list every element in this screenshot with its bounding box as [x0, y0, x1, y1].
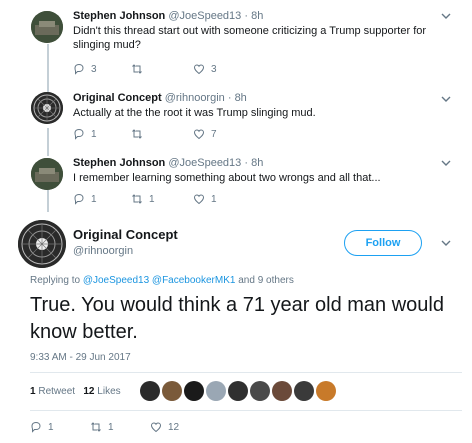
reply-button[interactable]: 3	[73, 63, 97, 75]
thread-tweet[interactable]: Stephen Johnson @JoeSpeed13 · 8h I remem…	[0, 147, 472, 212]
tweet-time[interactable]: · 8h	[228, 92, 247, 104]
reply-count: 3	[91, 63, 97, 75]
avatar[interactable]	[18, 220, 66, 268]
like-button[interactable]: 12	[150, 421, 179, 433]
thread-tweet[interactable]: Stephen Johnson @JoeSpeed13 · 8h Didn't …	[0, 0, 472, 85]
tweet-text: True. You would think a 71 year old man …	[30, 294, 444, 343]
replying-user-link[interactable]: @FacebookerMK1	[152, 275, 236, 286]
tweet-timestamp[interactable]: 9:33 AM - 29 Jun 2017	[30, 352, 131, 363]
tweet-header: Original Concept @rihnoorgin · 8h	[73, 92, 247, 104]
author-name[interactable]: Stephen Johnson	[73, 10, 165, 22]
tweet-text: Actually at the the root it was Trump sl…	[73, 107, 316, 119]
follow-button[interactable]: Follow	[344, 230, 422, 256]
tweet-time[interactable]: · 8h	[244, 10, 263, 22]
thread-tweet[interactable]: Original Concept @rihnoorgin · 8h Actual…	[0, 85, 472, 147]
tweet-actions: 1 1 1	[73, 193, 273, 207]
divider	[30, 410, 462, 411]
heart-icon	[150, 422, 162, 433]
liker-avatar[interactable]	[228, 381, 248, 401]
like-count: 1	[211, 193, 217, 205]
heart-icon	[193, 129, 205, 140]
author-name[interactable]: Original Concept	[73, 92, 162, 104]
retweet-button[interactable]	[131, 128, 149, 140]
chevron-down-icon[interactable]	[440, 93, 452, 105]
liker-avatar[interactable]	[250, 381, 270, 401]
heart-icon	[193, 194, 205, 205]
tweet-text: I remember learning something about two …	[73, 172, 381, 184]
reply-icon	[74, 193, 84, 205]
tweet-actions: 1 7	[73, 128, 273, 142]
heart-icon	[193, 64, 205, 75]
retweet-count: 1	[108, 421, 114, 433]
replying-others[interactable]: and 9 others	[238, 275, 294, 286]
liker-avatars	[140, 381, 336, 401]
tweet-actions: 1 1 12	[30, 421, 230, 435]
liker-avatar[interactable]	[272, 381, 292, 401]
retweet-stat-count: 1	[30, 386, 36, 397]
reply-count: 1	[91, 128, 97, 140]
like-count: 12	[168, 421, 180, 433]
tweet-time[interactable]: · 8h	[244, 157, 263, 169]
reply-icon	[31, 421, 41, 433]
author-name[interactable]: Original Concept	[73, 227, 178, 242]
reply-button[interactable]: 1	[30, 421, 54, 433]
reply-icon	[74, 63, 84, 75]
tweet-header: Stephen Johnson @JoeSpeed13 · 8h	[73, 157, 263, 169]
retweet-icon	[132, 129, 142, 139]
avatar[interactable]	[31, 11, 63, 43]
retweet-button[interactable]: 1	[90, 421, 114, 433]
reply-button[interactable]: 1	[73, 193, 97, 205]
like-count: 7	[211, 128, 217, 140]
like-button[interactable]: 1	[193, 193, 217, 205]
liker-avatar[interactable]	[140, 381, 160, 401]
tweet-stats: 1 Retweet 12 Likes	[30, 386, 121, 397]
liker-avatar[interactable]	[162, 381, 182, 401]
replying-prefix: Replying to	[30, 275, 81, 286]
liker-avatar[interactable]	[184, 381, 204, 401]
liker-avatar[interactable]	[294, 381, 314, 401]
like-button[interactable]: 7	[193, 128, 217, 140]
tweet-actions: 3 3	[73, 63, 273, 77]
like-stat-label: Likes	[97, 386, 121, 397]
divider	[30, 372, 462, 373]
retweet-button[interactable]	[131, 63, 149, 75]
replying-to: Replying to @JoeSpeed13 @FacebookerMK1 a…	[30, 275, 294, 286]
author-handle[interactable]: @rihnoorgin	[73, 245, 133, 257]
replying-user-link[interactable]: @JoeSpeed13	[83, 275, 149, 286]
retweet-icon	[132, 194, 142, 204]
avatar[interactable]	[31, 158, 63, 190]
retweet-icon	[132, 64, 142, 74]
like-count: 3	[211, 63, 217, 75]
author-handle[interactable]: @rihnoorgin	[165, 92, 225, 104]
retweet-stat[interactable]: 1 Retweet	[30, 386, 75, 397]
liker-avatar[interactable]	[206, 381, 226, 401]
retweet-count: 1	[149, 193, 155, 205]
like-stat-count: 12	[83, 386, 95, 397]
avatar[interactable]	[31, 92, 63, 124]
author-handle[interactable]: @JoeSpeed13	[168, 10, 241, 22]
liker-avatar[interactable]	[316, 381, 336, 401]
tweet-header: Stephen Johnson @JoeSpeed13 · 8h	[73, 10, 263, 22]
retweet-icon	[91, 422, 101, 432]
chevron-down-icon[interactable]	[440, 237, 452, 249]
retweet-button[interactable]: 1	[131, 193, 155, 205]
tweet-text: Didn't this thread start out with someon…	[73, 25, 427, 51]
reply-count: 1	[91, 193, 97, 205]
author-name[interactable]: Stephen Johnson	[73, 157, 165, 169]
chevron-down-icon[interactable]	[440, 10, 452, 22]
reply-count: 1	[48, 421, 54, 433]
author-handle[interactable]: @JoeSpeed13	[168, 157, 241, 169]
retweet-stat-label: Retweet	[38, 386, 76, 397]
chevron-down-icon[interactable]	[440, 157, 452, 169]
like-button[interactable]: 3	[193, 63, 217, 75]
reply-icon	[74, 128, 84, 140]
reply-button[interactable]: 1	[73, 128, 97, 140]
like-stat[interactable]: 12 Likes	[83, 386, 120, 397]
